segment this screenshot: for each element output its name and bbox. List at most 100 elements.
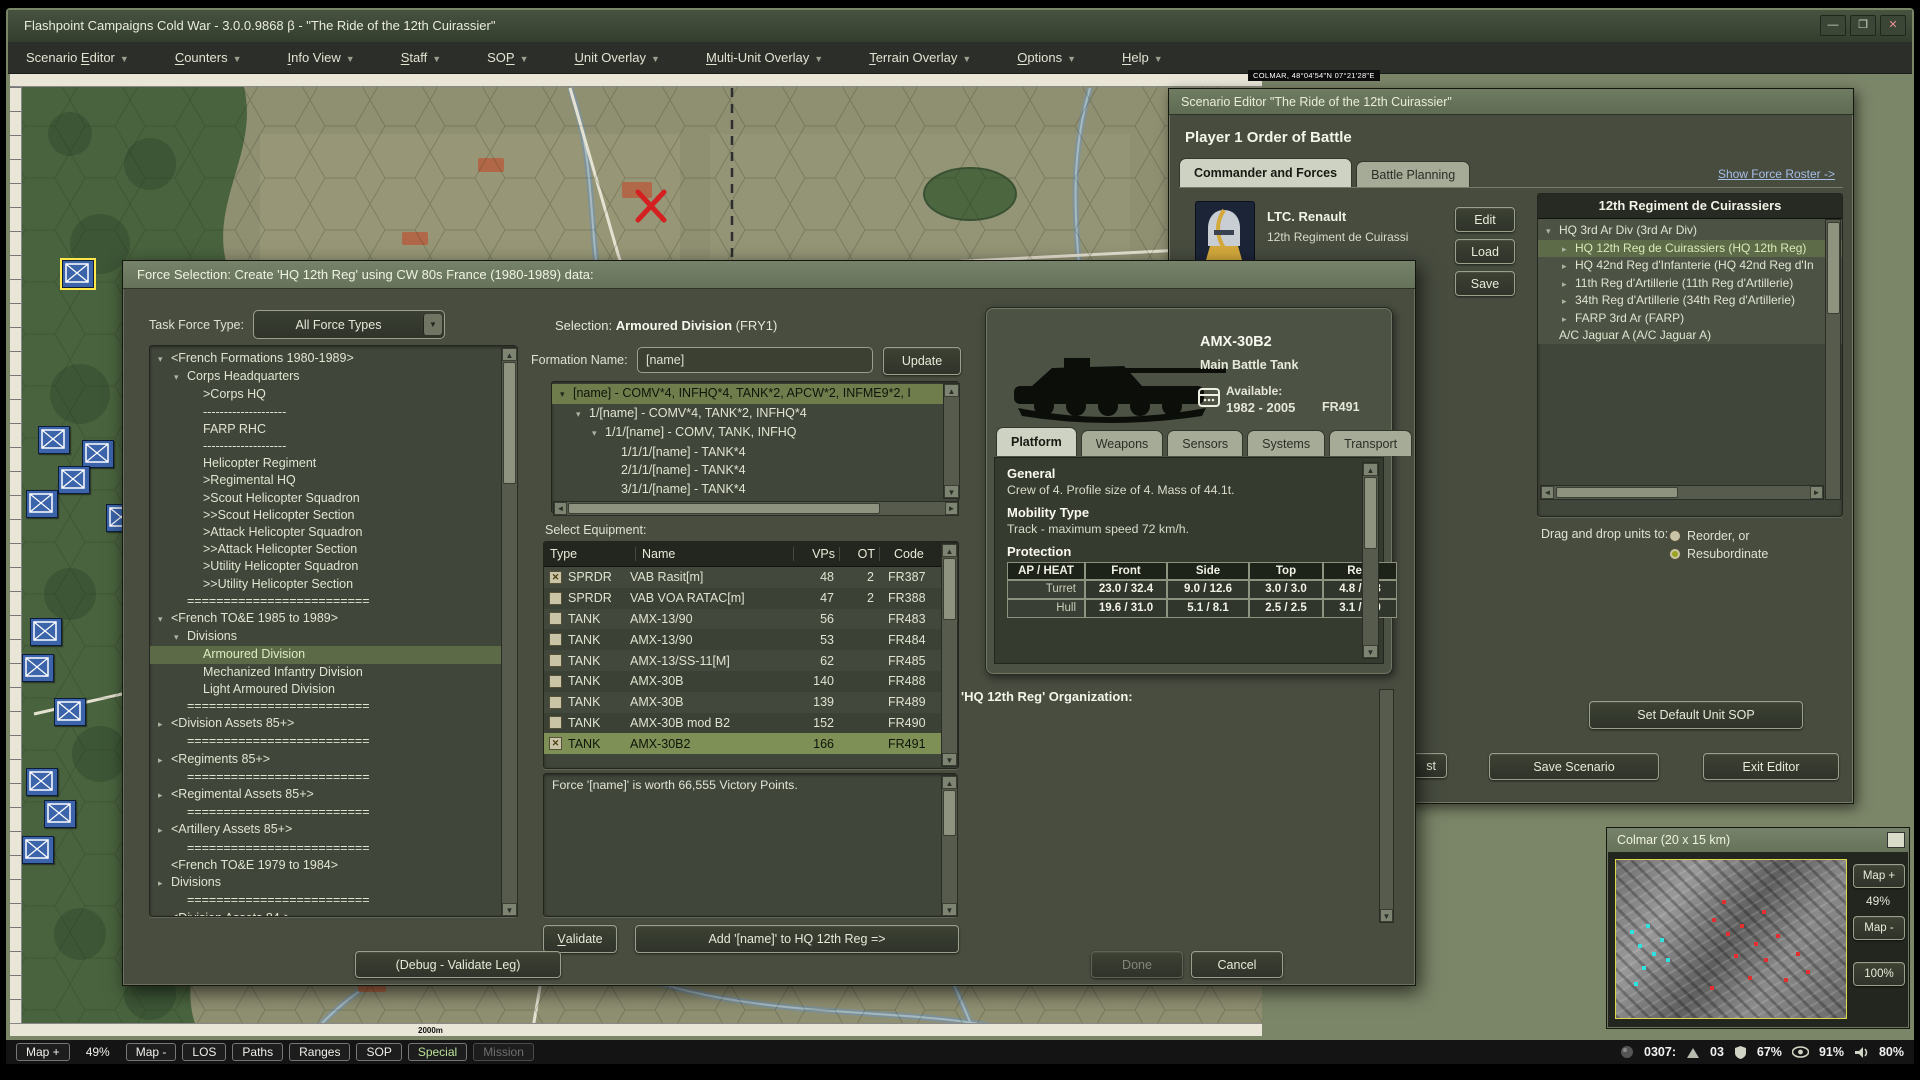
unit-counter[interactable] xyxy=(22,836,54,864)
roster-vscrollbar[interactable] xyxy=(1825,219,1841,500)
set-default-sop-button[interactable]: Set Default Unit SOP xyxy=(1589,701,1803,729)
unit-tab[interactable]: Sensors xyxy=(1167,430,1243,456)
roster-tree-item[interactable]: ▸HQ 12th Reg de Cuirassiers (HQ 12th Reg… xyxy=(1538,240,1842,258)
toolbar-button[interactable]: Ranges xyxy=(289,1043,350,1061)
menu-item[interactable]: Unit Overlay▼ xyxy=(575,50,660,65)
equipment-row[interactable]: TANK AMX-30B 139 FR489 xyxy=(544,692,958,713)
unit-counter[interactable] xyxy=(26,768,58,796)
unit-counter[interactable] xyxy=(54,698,86,726)
catalog-tree-item[interactable]: ========================= xyxy=(150,698,516,715)
catalog-tree-item[interactable]: ▸<Regimental Assets 85+> xyxy=(150,786,516,804)
save-button[interactable]: Save xyxy=(1455,271,1515,296)
catalog-tree-item[interactable]: Armoured Division xyxy=(150,646,516,663)
equipment-row[interactable]: TANK AMX-30B2 166 FR491 xyxy=(544,733,958,754)
equipment-checkbox[interactable] xyxy=(549,654,562,667)
menu-item[interactable]: Counters▼ xyxy=(175,50,242,65)
minimize-button[interactable]: — xyxy=(1820,15,1846,36)
unit-tab[interactable]: Transport xyxy=(1329,430,1412,456)
toolbar-button[interactable]: Map - xyxy=(126,1043,177,1061)
formation-name-input[interactable] xyxy=(637,347,873,373)
roster-tree-item[interactable]: ▸HQ 42nd Reg d'Infanterie (HQ 42nd Reg d… xyxy=(1538,257,1842,275)
organization-vscrollbar[interactable]: ▼ xyxy=(1379,689,1394,923)
equipment-row[interactable]: TANK AMX-30B 140 FR488 xyxy=(544,671,958,692)
catalog-tree-item[interactable]: -------------------- xyxy=(150,438,516,455)
done-button[interactable]: Done xyxy=(1091,951,1183,978)
structure-tree-item[interactable]: ▾1/[name] - COMV*4, TANK*2, INFHQ*4 xyxy=(552,404,958,424)
roster-tree-item[interactable]: ▾HQ 3rd Ar Div (3rd Ar Div) xyxy=(1538,222,1842,240)
menu-item[interactable]: Options▼ xyxy=(1017,50,1076,65)
catalog-tree-item[interactable]: Light Armoured Division xyxy=(150,681,516,698)
catalog-tree-item[interactable]: ▸<Division Assets 84-> xyxy=(150,910,516,918)
equipment-checkbox[interactable] xyxy=(549,633,562,646)
toolbar-button[interactable]: Mission xyxy=(473,1043,534,1061)
save-scenario-button[interactable]: Save Scenario xyxy=(1489,753,1659,780)
structure-tree-item[interactable]: 3/1/1/[name] - TANK*4 xyxy=(552,480,958,499)
load-button[interactable]: Load xyxy=(1455,239,1515,264)
catalog-tree-item[interactable]: ▾Divisions xyxy=(150,628,516,646)
equipment-checkbox[interactable] xyxy=(549,592,562,605)
reorder-radio[interactable]: Reorder, or xyxy=(1669,529,1750,543)
catalog-tree-item[interactable]: ▸<Artillery Assets 85+> xyxy=(150,821,516,839)
equipment-checkbox[interactable] xyxy=(549,737,562,750)
catalog-tree-item[interactable]: >>Attack Helicopter Section xyxy=(150,541,516,558)
menu-item[interactable]: Help▼ xyxy=(1122,50,1163,65)
structure-tree-item[interactable]: 1/1/1/[name] - TANK*4 xyxy=(552,443,958,462)
catalog-tree-item[interactable]: ========================= xyxy=(150,593,516,610)
catalog-tree-item[interactable]: Mechanized Infantry Division xyxy=(150,664,516,681)
unit-tab[interactable]: Platform xyxy=(996,427,1077,456)
catalog-tree-item[interactable]: ▸Divisions xyxy=(150,874,516,892)
equipment-row[interactable]: TANK AMX-13/SS-11[M] 62 FR485 xyxy=(544,650,958,671)
roster-tree-item[interactable]: ▸FARP 3rd Ar (FARP) xyxy=(1538,310,1842,328)
equipment-row[interactable]: TANK AMX-13/90 56 FR483 xyxy=(544,609,958,630)
catalog-vscrollbar[interactable]: ▲▼ xyxy=(501,347,518,917)
menu-item[interactable]: Terrain Overlay▼ xyxy=(869,50,971,65)
cancel-button[interactable]: Cancel xyxy=(1191,951,1283,978)
equipment-row[interactable]: TANK AMX-30B mod B2 152 FR490 xyxy=(544,713,958,734)
equipment-checkbox[interactable] xyxy=(549,612,562,625)
unit-tab[interactable]: Systems xyxy=(1247,430,1325,456)
unit-counter[interactable] xyxy=(82,440,114,468)
catalog-tree-item[interactable]: >Regimental HQ xyxy=(150,472,516,489)
unit-counter[interactable] xyxy=(30,618,62,646)
minimap-image[interactable] xyxy=(1615,859,1847,1019)
toolbar-button[interactable]: Map + xyxy=(16,1043,70,1061)
minimap-mode-icon[interactable] xyxy=(1887,832,1905,848)
structure-tree-item[interactable]: 2/1/1/[name] - TANK*4 xyxy=(552,461,958,480)
structure-vscrollbar[interactable]: ▲▼ xyxy=(943,383,960,499)
catalog-tree-item[interactable]: >Utility Helicopter Squadron xyxy=(150,558,516,575)
unit-counter[interactable] xyxy=(22,654,54,682)
structure-hscrollbar[interactable]: ◄► xyxy=(553,501,959,516)
catalog-tree-item[interactable]: >Attack Helicopter Squadron xyxy=(150,524,516,541)
toolbar-button[interactable]: LOS xyxy=(182,1043,226,1061)
summary-vscrollbar[interactable]: ▲▼ xyxy=(941,775,958,917)
update-button[interactable]: Update xyxy=(883,347,961,375)
minimap-zoom-out-button[interactable]: Map - xyxy=(1853,916,1905,940)
add-to-hq-button[interactable]: Add '[name]' to HQ 12th Reg => xyxy=(635,925,959,953)
catalog-tree-item[interactable]: ========================= xyxy=(150,733,516,750)
roster-tree-item[interactable]: A/C Jaguar A (A/C Jaguar A) xyxy=(1538,327,1842,344)
menu-item[interactable]: Multi-Unit Overlay▼ xyxy=(706,50,823,65)
toolbar-button[interactable]: Special xyxy=(408,1043,467,1061)
unit-content-vscrollbar[interactable]: ▲▼ xyxy=(1362,462,1379,659)
menu-item[interactable]: Info View▼ xyxy=(288,50,355,65)
unit-counter[interactable] xyxy=(62,260,94,288)
equipment-checkbox[interactable] xyxy=(549,675,562,688)
catalog-tree-item[interactable]: >Corps HQ xyxy=(150,386,516,403)
structure-tree-item[interactable]: ▾1/1/[name] - COMV, TANK, INFHQ xyxy=(552,423,958,443)
menu-item[interactable]: SOP▼ xyxy=(487,50,528,65)
unit-counter[interactable] xyxy=(44,800,76,828)
roster-hscrollbar[interactable]: ◄► xyxy=(1540,485,1824,500)
catalog-tree-item[interactable]: ========================= xyxy=(150,892,516,909)
catalog-tree-item[interactable]: ▾<French Formations 1980-1989> xyxy=(150,350,516,368)
equipment-row[interactable]: TANK AMX-13/90 53 FR484 xyxy=(544,629,958,650)
toolbar-button[interactable]: Paths xyxy=(232,1043,283,1061)
show-force-roster-link[interactable]: Show Force Roster -> xyxy=(1718,167,1835,181)
unit-counter[interactable] xyxy=(38,426,70,454)
toolbar-button[interactable]: SOP xyxy=(356,1043,401,1061)
equipment-checkbox[interactable] xyxy=(549,571,562,584)
edit-button[interactable]: Edit xyxy=(1455,207,1515,232)
unit-counter[interactable] xyxy=(26,490,58,518)
equipment-checkbox[interactable] xyxy=(549,696,562,709)
catalog-tree-item[interactable]: ========================= xyxy=(150,804,516,821)
exit-editor-button[interactable]: Exit Editor xyxy=(1703,753,1839,780)
